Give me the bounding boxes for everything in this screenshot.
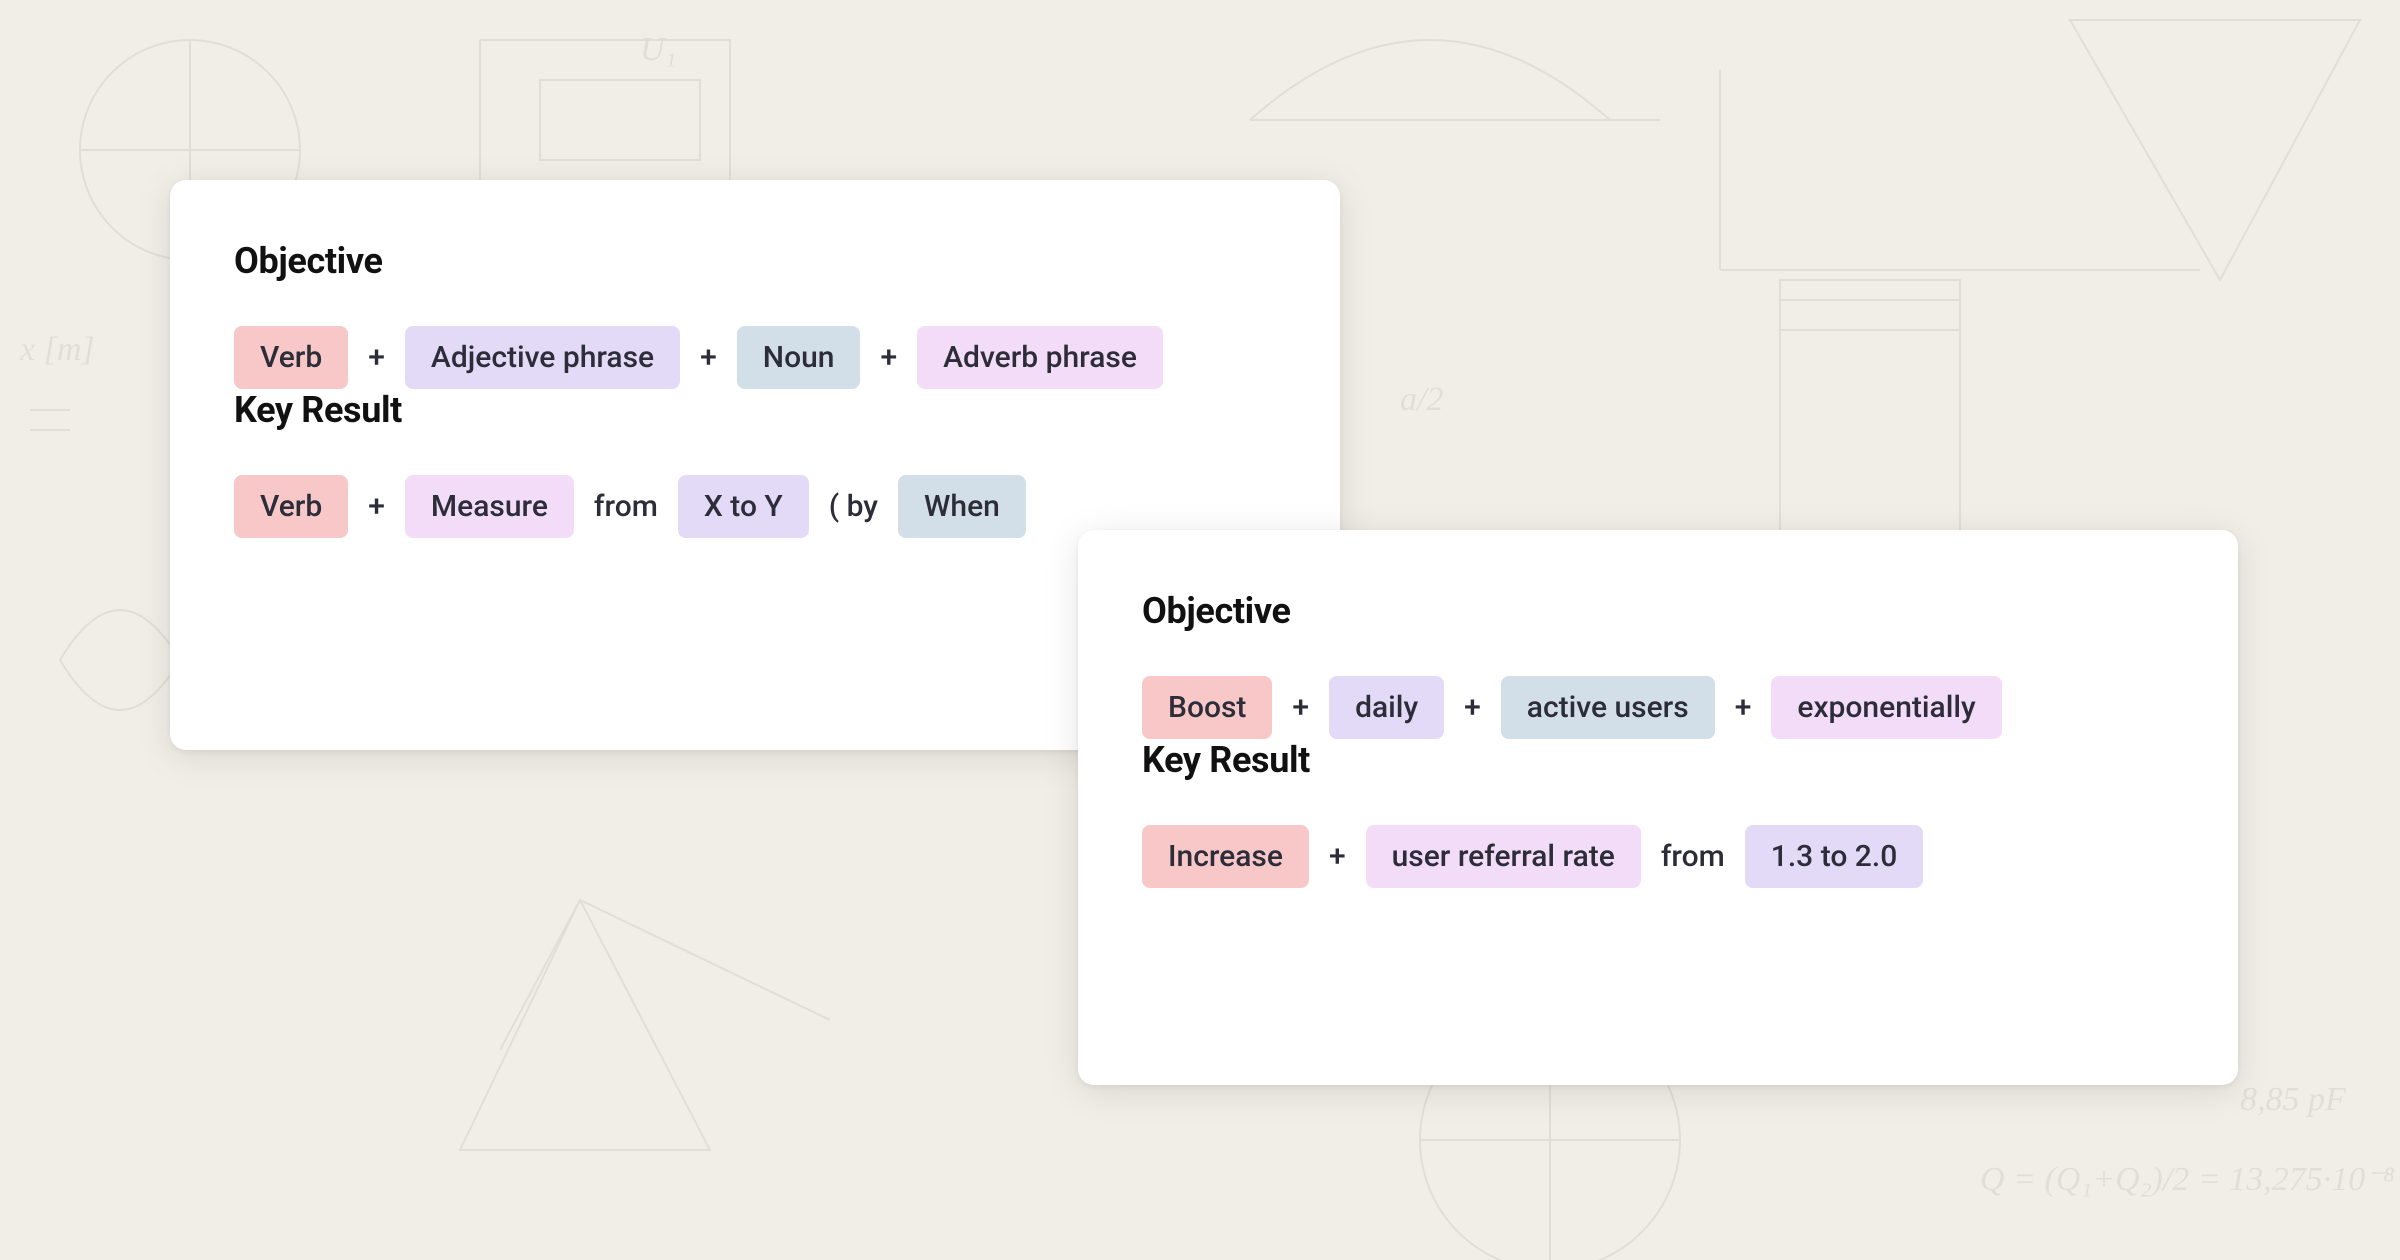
- objective-section: Objective Boost + daily + active users +…: [1142, 590, 2174, 739]
- svg-text:U₁: U₁: [640, 31, 676, 68]
- keyresult-section: Key Result Increase + user referral rate…: [1142, 739, 2174, 888]
- keyresult-formula-row: Verb + Measure from X to Y ( by When: [234, 475, 1276, 538]
- plus-separator: +: [1735, 690, 1752, 725]
- chip-range: 1.3 to 2.0: [1745, 825, 1923, 888]
- plus-separator: +: [700, 340, 717, 375]
- chip-verb: Verb: [234, 475, 348, 538]
- chip-daily: daily: [1329, 676, 1444, 739]
- objective-title: Objective: [1142, 590, 2174, 632]
- keyresult-title: Key Result: [1142, 739, 2174, 781]
- svg-text:a/2: a/2: [1400, 381, 1443, 418]
- plus-separator: +: [1464, 690, 1481, 725]
- plus-separator: +: [1329, 839, 1346, 874]
- plus-separator: +: [368, 340, 385, 375]
- chip-exponentially: exponentially: [1771, 676, 2001, 739]
- keyresult-title: Key Result: [234, 389, 1276, 431]
- chip-user-referral-rate: user referral rate: [1366, 825, 1641, 888]
- keyresult-section: Key Result Verb + Measure from X to Y ( …: [234, 389, 1276, 538]
- svg-text:x [m]: x [m]: [19, 331, 95, 368]
- chip-active-users: active users: [1501, 676, 1715, 739]
- chip-measure: Measure: [405, 475, 574, 538]
- objective-example-row: Boost + daily + active users + exponenti…: [1142, 676, 2174, 739]
- chip-adverb-phrase: Adverb phrase: [917, 326, 1163, 389]
- okr-example-card: Objective Boost + daily + active users +…: [1078, 530, 2238, 1085]
- chip-x-to-y: X to Y: [678, 475, 809, 538]
- from-separator: from: [1661, 839, 1725, 874]
- chip-increase: Increase: [1142, 825, 1309, 888]
- plus-separator: +: [880, 340, 897, 375]
- chip-noun: Noun: [737, 326, 861, 389]
- svg-text:8,85 pF: 8,85 pF: [2240, 1081, 2347, 1118]
- objective-title: Objective: [234, 240, 1276, 282]
- plus-separator: +: [1292, 690, 1309, 725]
- chip-verb: Verb: [234, 326, 348, 389]
- chip-adjective-phrase: Adjective phrase: [405, 326, 680, 389]
- by-separator: ( by: [829, 489, 878, 524]
- svg-text:Q = (Q₁+Q₂)/2 = 13,275·10⁻⁸ C: Q = (Q₁+Q₂)/2 = 13,275·10⁻⁸ C: [1980, 1161, 2400, 1198]
- chip-when: When: [898, 475, 1026, 538]
- objective-formula-row: Verb + Adjective phrase + Noun + Adverb …: [234, 326, 1276, 389]
- chip-boost: Boost: [1142, 676, 1272, 739]
- keyresult-example-row: Increase + user referral rate from 1.3 t…: [1142, 825, 2174, 888]
- objective-section: Objective Verb + Adjective phrase + Noun…: [234, 240, 1276, 389]
- from-separator: from: [594, 489, 658, 524]
- plus-separator: +: [368, 489, 385, 524]
